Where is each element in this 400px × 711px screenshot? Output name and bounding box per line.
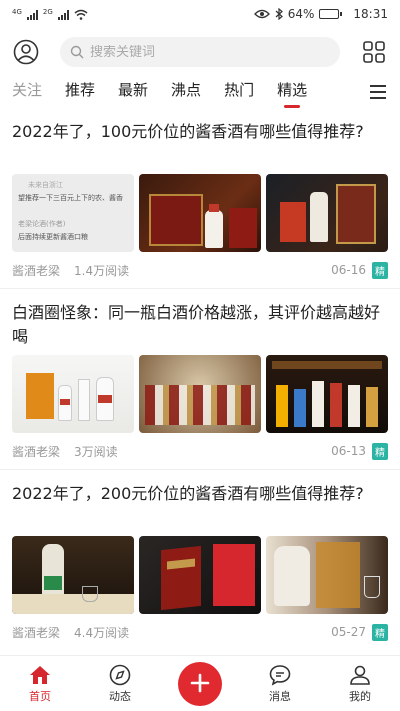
featured-badge: 精: [372, 442, 388, 460]
featured-badge: 精: [372, 623, 388, 641]
article-card[interactable]: 2022年了，100元价位的酱香酒有哪些值得推荐? 未来自浙江 望推荐一下三百元…: [0, 112, 400, 289]
article-card[interactable]: 2022年了，200元价位的酱香酒有哪些值得推荐? 酱酒老梁 4.4万阅读 05…: [0, 470, 400, 650]
top-bar: [0, 32, 400, 72]
article-meta: 酱酒老梁 4.4万阅读 05-27 精: [12, 614, 388, 650]
article-card[interactable]: 白酒圈怪象：同一瓶白酒价格越涨，其评价越高越好喝 酱酒老梁 3万阅读 06-13…: [0, 289, 400, 470]
thumb-text: 老梁论酒(作者): [18, 220, 66, 228]
thumbnail-luzhou-laojiao-lineup[interactable]: [266, 355, 388, 433]
person-icon: [350, 665, 370, 685]
thumbnail-comment-screenshot[interactable]: 未来自浙江 望推荐一下三百元上下的农、酱香 老梁论酒(作者) 后面持续更新酱酒口…: [12, 174, 135, 252]
tab-featured[interactable]: 精选: [277, 76, 307, 108]
nav-home-label: 首页: [29, 689, 51, 703]
profile-button[interactable]: [12, 38, 40, 66]
thumb-text: 未来自浙江: [28, 181, 63, 189]
nav-profile-label: 我的: [349, 689, 371, 703]
article-feed: 2022年了，100元价位的酱香酒有哪些值得推荐? 未来自浙江 望推荐一下三百元…: [0, 112, 400, 650]
wifi-icon: [74, 9, 88, 20]
clock: 18:31: [353, 7, 388, 21]
nav-profile[interactable]: 我的: [330, 664, 390, 704]
article-meta: 酱酒老梁 1.4万阅读 06-16 精: [12, 252, 388, 288]
plus-icon: [190, 673, 210, 692]
category-tabs: 关注 推荐 最新 沸点 热门 精选: [0, 76, 400, 108]
nav-messages[interactable]: 消息: [250, 664, 310, 704]
eye-icon: [253, 9, 270, 19]
thumbnail-bottle-with-glass[interactable]: [12, 536, 134, 614]
article-date: 06-13: [331, 444, 366, 458]
article-read-count: 1.4万阅读: [74, 263, 130, 278]
thumbnail-moutai-box[interactable]: [139, 536, 261, 614]
search-input[interactable]: [90, 44, 290, 60]
featured-badge: 精: [372, 261, 388, 279]
article-thumbnails: [12, 355, 388, 433]
article-title[interactable]: 2022年了，100元价位的酱香酒有哪些值得推荐?: [12, 120, 388, 168]
bluetooth-icon: [275, 8, 283, 20]
tabs-menu-button[interactable]: [370, 82, 386, 102]
signal-a-label: 4G: [12, 7, 22, 16]
nav-feed-label: 动态: [109, 689, 131, 703]
search-icon: [70, 45, 84, 59]
nav-home[interactable]: 首页: [10, 664, 70, 704]
post-button[interactable]: [178, 661, 222, 706]
article-author[interactable]: 酱酒老梁: [12, 624, 60, 641]
article-date: 06-16: [331, 263, 366, 277]
user-circle-icon: [13, 39, 39, 65]
grid-menu-button[interactable]: [360, 38, 388, 66]
article-read-count: 3万阅读: [74, 444, 118, 459]
thumbnail-baijiu-bottles[interactable]: [12, 355, 134, 433]
thumbnail-bottle-collection[interactable]: [139, 355, 261, 433]
thumb-text: 望推荐一下三百元上下的农、酱香: [18, 194, 123, 202]
thumbnail-liquor-bottles[interactable]: [266, 174, 388, 252]
thumbnail-liquor-gift-box[interactable]: [139, 174, 262, 252]
battery-percent: 64%: [287, 7, 315, 21]
tab-hot[interactable]: 热门: [224, 76, 254, 108]
article-title[interactable]: 白酒圈怪象：同一瓶白酒价格越涨，其评价越高越好喝: [12, 301, 388, 349]
nav-messages-label: 消息: [269, 689, 291, 703]
search-box[interactable]: [60, 37, 340, 67]
battery-icon: [319, 9, 343, 19]
nav-feed[interactable]: 动态: [90, 664, 150, 704]
status-right: 64% 18:31: [253, 7, 388, 21]
status-left: 4G 2G: [12, 7, 88, 20]
tab-latest[interactable]: 最新: [118, 76, 148, 108]
status-bar: 4G 2G 64% 18:31: [0, 0, 400, 28]
tab-follow[interactable]: 关注: [12, 76, 42, 108]
article-read-count: 4.4万阅读: [74, 625, 130, 640]
thumbnail-ceramic-bottle[interactable]: [266, 536, 388, 614]
signal-b-label: 2G: [42, 7, 53, 16]
article-meta: 酱酒老梁 3万阅读 06-13 精: [12, 433, 388, 469]
chat-icon: [269, 664, 291, 686]
thumb-text: 后面持续更新酱酒口粮: [18, 233, 88, 241]
article-author[interactable]: 酱酒老梁: [12, 262, 60, 279]
article-thumbnails: 未来自浙江 望推荐一下三百元上下的农、酱香 老梁论酒(作者) 后面持续更新酱酒口…: [12, 174, 388, 252]
tab-trending[interactable]: 沸点: [171, 76, 201, 108]
article-title[interactable]: 2022年了，200元价位的酱香酒有哪些值得推荐?: [12, 482, 388, 530]
signal-b-icon: [57, 9, 69, 20]
nav-post[interactable]: [170, 661, 230, 706]
bottom-navigation: 首页 动态 消息 我的: [0, 655, 400, 711]
article-thumbnails: [12, 536, 388, 614]
tab-recommend[interactable]: 推荐: [65, 76, 95, 108]
compass-icon: [109, 664, 131, 685]
signal-a-icon: [26, 9, 38, 20]
article-author[interactable]: 酱酒老梁: [12, 443, 60, 460]
grid-icon: [363, 41, 385, 63]
article-date: 05-27: [331, 625, 366, 639]
home-icon: [30, 665, 50, 684]
